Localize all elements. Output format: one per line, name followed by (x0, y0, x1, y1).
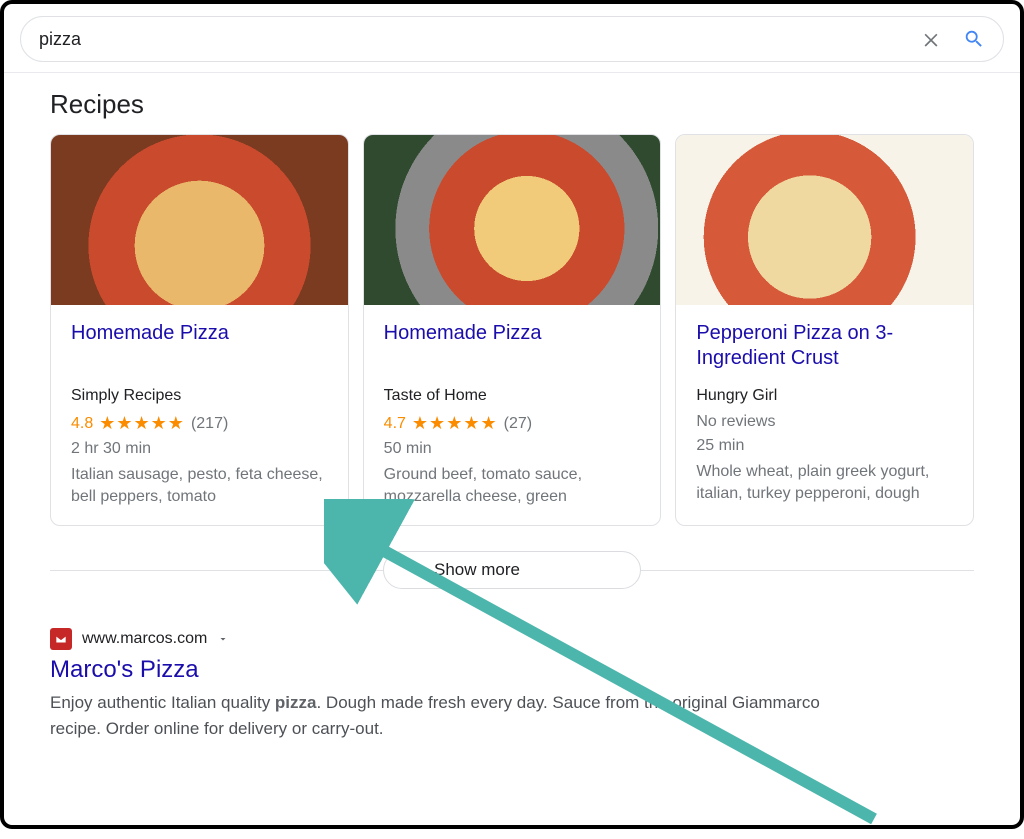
favicon-icon (50, 628, 72, 650)
recipe-card[interactable]: Homemade Pizza Simply Recipes 4.8 ★★★★★ … (50, 134, 349, 526)
clear-icon[interactable] (921, 29, 941, 49)
search-bar-actions (921, 28, 985, 50)
recipe-rating: 4.7 ★★★★★ (27) (384, 413, 641, 434)
rating-count: (217) (191, 415, 228, 433)
rating-value: 4.7 (384, 415, 406, 433)
recipe-card[interactable]: Pepperoni Pizza on 3-Ingredient Crust Hu… (675, 134, 974, 526)
rating-count: (27) (504, 415, 532, 433)
search-results-content: Recipes Homemade Pizza Simply Recipes 4.… (4, 73, 1020, 741)
recipe-image (676, 135, 973, 305)
recipe-image (364, 135, 661, 305)
recipe-source: Simply Recipes (71, 387, 328, 405)
recipe-source: Hungry Girl (696, 387, 953, 405)
recipe-card-body: Pepperoni Pizza on 3-Ingredient Crust Hu… (676, 305, 973, 522)
result-title[interactable]: Marco's Pizza (50, 656, 974, 684)
recipe-time: 2 hr 30 min (71, 440, 328, 458)
recipe-card-body: Homemade Pizza Simply Recipes 4.8 ★★★★★ … (51, 305, 348, 525)
search-icon[interactable] (963, 28, 985, 50)
result-desc-pre: Enjoy authentic Italian quality (50, 693, 275, 712)
recipe-source: Taste of Home (384, 387, 641, 405)
recipe-ingredients: Whole wheat, plain greek yogurt, italian… (696, 461, 953, 504)
recipe-card-body: Homemade Pizza Taste of Home 4.7 ★★★★★ (… (364, 305, 661, 525)
recipe-rating: 4.8 ★★★★★ (217) (71, 413, 328, 434)
show-more-row: Show more (50, 550, 974, 590)
search-bar (20, 16, 1004, 62)
no-reviews-label: No reviews (696, 413, 953, 431)
organic-result: www.marcos.com Marco's Pizza Enjoy authe… (50, 628, 974, 741)
recipe-cards: Homemade Pizza Simply Recipes 4.8 ★★★★★ … (50, 134, 974, 526)
search-input[interactable] (39, 29, 921, 50)
rating-stars-icon: ★★★★★ (412, 413, 498, 434)
result-desc-bold: pizza (275, 693, 317, 712)
recipe-time: 25 min (696, 437, 953, 455)
recipe-ingredients: Ground beef, tomato sauce, mozzarella ch… (384, 464, 641, 507)
recipe-ingredients: Italian sausage, pesto, feta cheese, bel… (71, 464, 328, 507)
recipe-image (51, 135, 348, 305)
rating-value: 4.8 (71, 415, 93, 433)
chevron-down-icon (404, 562, 420, 578)
result-url: www.marcos.com (82, 630, 207, 648)
recipe-title[interactable]: Homemade Pizza (71, 321, 328, 371)
show-more-label: Show more (434, 560, 520, 580)
recipe-title[interactable]: Homemade Pizza (384, 321, 641, 371)
recipes-heading: Recipes (50, 89, 974, 120)
rating-stars-icon: ★★★★★ (99, 413, 185, 434)
recipe-card[interactable]: Homemade Pizza Taste of Home 4.7 ★★★★★ (… (363, 134, 662, 526)
show-more-button[interactable]: Show more (383, 551, 641, 589)
recipe-title[interactable]: Pepperoni Pizza on 3-Ingredient Crust (696, 321, 953, 371)
caret-down-icon[interactable] (217, 633, 229, 645)
result-description: Enjoy authentic Italian quality pizza. D… (50, 690, 870, 741)
recipe-time: 50 min (384, 440, 641, 458)
result-url-row[interactable]: www.marcos.com (50, 628, 974, 650)
